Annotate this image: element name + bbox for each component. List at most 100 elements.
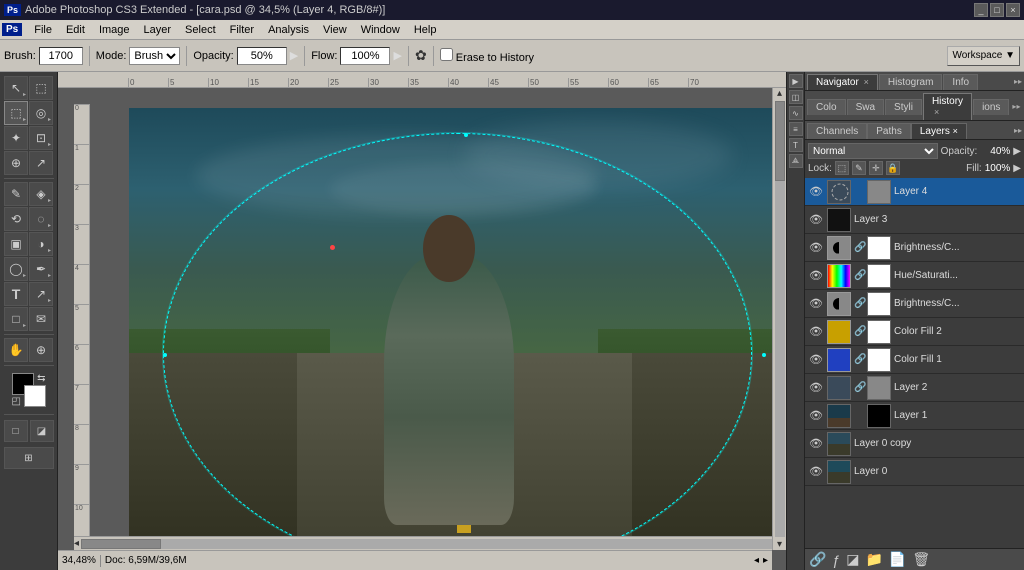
lock-transparent-button[interactable]: ⬚ bbox=[835, 161, 849, 175]
layer-item-hue[interactable]: 👁 🔗 Hue/Saturati... bbox=[805, 262, 1024, 290]
layer2-visibility-toggle[interactable]: 👁 bbox=[808, 380, 824, 396]
link-layers-button[interactable]: 🔗 bbox=[809, 551, 826, 568]
channels-view-button[interactable]: ◫ bbox=[789, 90, 803, 104]
canvas-image[interactable] bbox=[129, 108, 786, 550]
canvas-next-button[interactable]: ▸ bbox=[763, 555, 768, 566]
layer-item-colorfill2[interactable]: 👁 🔗 Color Fill 2 bbox=[805, 318, 1024, 346]
layer-item-layer0[interactable]: 👁 Layer 0 bbox=[805, 458, 1024, 486]
layer-item-layer1[interactable]: 👁 Layer 1 bbox=[805, 402, 1024, 430]
layer-item-colorfill1[interactable]: 👁 🔗 Color Fill 1 bbox=[805, 346, 1024, 374]
layer-effects-button[interactable]: ƒ bbox=[832, 552, 840, 568]
tab-history[interactable]: History × bbox=[923, 93, 972, 120]
opacity-input[interactable] bbox=[237, 47, 287, 65]
layer1-visibility-toggle[interactable]: 👁 bbox=[808, 408, 824, 424]
scroll-up-arrow[interactable]: ▴ bbox=[777, 88, 782, 99]
flow-arrow[interactable]: ▶ bbox=[393, 49, 401, 62]
marquee-tool[interactable]: ⬚▸ bbox=[4, 101, 28, 125]
menu-view[interactable]: View bbox=[317, 22, 353, 38]
tab-color[interactable]: Colo bbox=[807, 99, 846, 115]
erase-history-label[interactable]: Erase to History bbox=[440, 48, 534, 64]
history-brush-tool[interactable]: ⟲ bbox=[4, 207, 28, 231]
zoom-tool[interactable]: ⊕ bbox=[29, 338, 53, 362]
collapse-color-panel[interactable]: ▸▸ bbox=[1010, 100, 1022, 113]
measure-tool[interactable]: ↗ bbox=[29, 151, 53, 175]
workspace-button[interactable]: Workspace ▼ bbox=[947, 46, 1020, 66]
levels-button[interactable]: ≡ bbox=[789, 122, 803, 136]
gradient-tool[interactable]: ▣ bbox=[4, 232, 28, 256]
curves-button[interactable]: ∿ bbox=[789, 106, 803, 120]
layer-item-layer4[interactable]: 👁 Layer 4 bbox=[805, 178, 1024, 206]
new-layer-button[interactable]: 📄 bbox=[889, 551, 906, 568]
stamp-tool[interactable]: ◈▸ bbox=[29, 182, 53, 206]
pen-tool[interactable]: ✒▸ bbox=[29, 257, 53, 281]
layer-item-layer0copy[interactable]: 👁 Layer 0 copy bbox=[805, 430, 1024, 458]
lock-position-button[interactable]: ✛ bbox=[869, 161, 883, 175]
move-tool[interactable]: ↖▸ bbox=[4, 76, 28, 100]
layer4-visibility-toggle[interactable]: 👁 bbox=[808, 184, 824, 200]
blend-mode-select[interactable]: Normal bbox=[808, 143, 938, 159]
reset-colors-icon[interactable]: ◰ bbox=[12, 396, 21, 407]
tab-swatches[interactable]: Swa bbox=[847, 99, 884, 115]
tab-actions[interactable]: ions bbox=[973, 99, 1009, 115]
brightness1-visibility-toggle[interactable]: 👁 bbox=[808, 240, 824, 256]
canvas-prev-button[interactable]: ◂ bbox=[754, 555, 759, 566]
window-controls[interactable]: _ □ × bbox=[974, 3, 1020, 17]
quick-mask-button[interactable]: ◪ bbox=[30, 420, 54, 442]
close-layers-tab[interactable]: × bbox=[953, 126, 958, 136]
eraser-tool[interactable]: ◌▸ bbox=[29, 207, 53, 231]
tab-info[interactable]: Info bbox=[943, 74, 978, 90]
artboard-tool[interactable]: ⬚ bbox=[29, 76, 53, 100]
tab-navigator[interactable]: Navigator × bbox=[807, 74, 878, 90]
layer-item-brightness1[interactable]: 👁 🔗 Brightness/C... bbox=[805, 234, 1024, 262]
layer3-visibility-toggle[interactable]: 👁 bbox=[808, 212, 824, 228]
brightness2-visibility-toggle[interactable]: 👁 bbox=[808, 296, 824, 312]
type-tool-button[interactable]: T bbox=[789, 138, 803, 152]
layer-item-layer2[interactable]: 👁 🔗 Layer 2 bbox=[805, 374, 1024, 402]
magic-wand-tool[interactable]: ✦ bbox=[4, 126, 28, 150]
close-history-tab[interactable]: × bbox=[934, 107, 939, 117]
eyedropper-tool[interactable]: ⊕ bbox=[4, 151, 28, 175]
menu-file[interactable]: File bbox=[28, 22, 58, 38]
crop-tool[interactable]: ⊡▸ bbox=[29, 126, 53, 150]
opacity-arrow[interactable]: ▶ bbox=[1013, 146, 1021, 157]
erase-history-checkbox[interactable] bbox=[440, 48, 453, 61]
scroll-left-arrow[interactable]: ◂ bbox=[74, 538, 79, 549]
hand-tool[interactable]: ✋ bbox=[4, 338, 28, 362]
flow-input[interactable] bbox=[340, 47, 390, 65]
mode-select[interactable]: Brush bbox=[129, 47, 180, 65]
tab-layers[interactable]: Layers × bbox=[911, 123, 967, 139]
delete-layer-button[interactable]: 🗑 bbox=[912, 551, 930, 568]
layer-item-brightness2[interactable]: 👁 🔗 Brightness/C... bbox=[805, 290, 1024, 318]
text-tool[interactable]: T bbox=[4, 282, 28, 306]
add-mask-button[interactable]: ◪ bbox=[846, 551, 859, 568]
lock-pixels-button[interactable]: ✎ bbox=[852, 161, 866, 175]
layer0-visibility-toggle[interactable]: 👁 bbox=[808, 464, 824, 480]
colorfill1-visibility-toggle[interactable]: 👁 bbox=[808, 352, 824, 368]
menu-edit[interactable]: Edit bbox=[60, 22, 91, 38]
fill-arrow[interactable]: ▶ bbox=[1013, 163, 1021, 174]
menu-filter[interactable]: Filter bbox=[224, 22, 260, 38]
background-color[interactable] bbox=[24, 385, 46, 407]
standard-mode-button[interactable]: □ bbox=[4, 420, 28, 442]
tab-styles[interactable]: Styli bbox=[885, 99, 922, 115]
menu-help[interactable]: Help bbox=[408, 22, 443, 38]
opacity-arrow[interactable]: ▶ bbox=[290, 49, 298, 62]
shape-tool[interactable]: □▸ bbox=[4, 307, 28, 331]
close-button[interactable]: × bbox=[1006, 3, 1020, 17]
dodge-tool[interactable]: ◯▸ bbox=[4, 257, 28, 281]
path-select-tool[interactable]: ↗▸ bbox=[29, 282, 53, 306]
paths-button[interactable]: ⟁ bbox=[789, 154, 803, 168]
menu-analysis[interactable]: Analysis bbox=[262, 22, 315, 38]
toggle-panel-button[interactable]: ▶ bbox=[789, 74, 803, 88]
new-group-button[interactable]: 📁 bbox=[865, 551, 882, 568]
tab-histogram[interactable]: Histogram bbox=[879, 74, 943, 90]
close-navigator-tab[interactable]: × bbox=[864, 77, 869, 87]
tab-paths[interactable]: Paths bbox=[867, 123, 911, 139]
menu-image[interactable]: Image bbox=[93, 22, 136, 38]
h-scroll-thumb[interactable] bbox=[81, 539, 161, 549]
v-scroll-thumb[interactable] bbox=[775, 101, 785, 181]
swap-colors-icon[interactable]: ⇆ bbox=[37, 373, 45, 384]
airbrush-icon[interactable]: ✿ bbox=[415, 47, 427, 64]
notes-tool[interactable]: ✉ bbox=[29, 307, 53, 331]
lock-all-button[interactable]: 🔒 bbox=[886, 161, 900, 175]
